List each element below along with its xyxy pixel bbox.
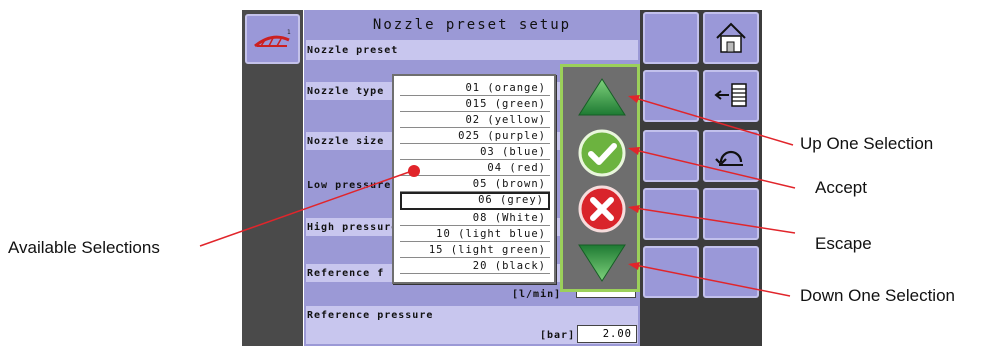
callout-down: Down One Selection xyxy=(800,286,955,305)
callout-available: Available Selections xyxy=(8,238,160,257)
callout-accept: Accept xyxy=(815,178,867,197)
callout-up: Up One Selection xyxy=(800,134,934,153)
callout-escape: Escape xyxy=(815,234,872,253)
